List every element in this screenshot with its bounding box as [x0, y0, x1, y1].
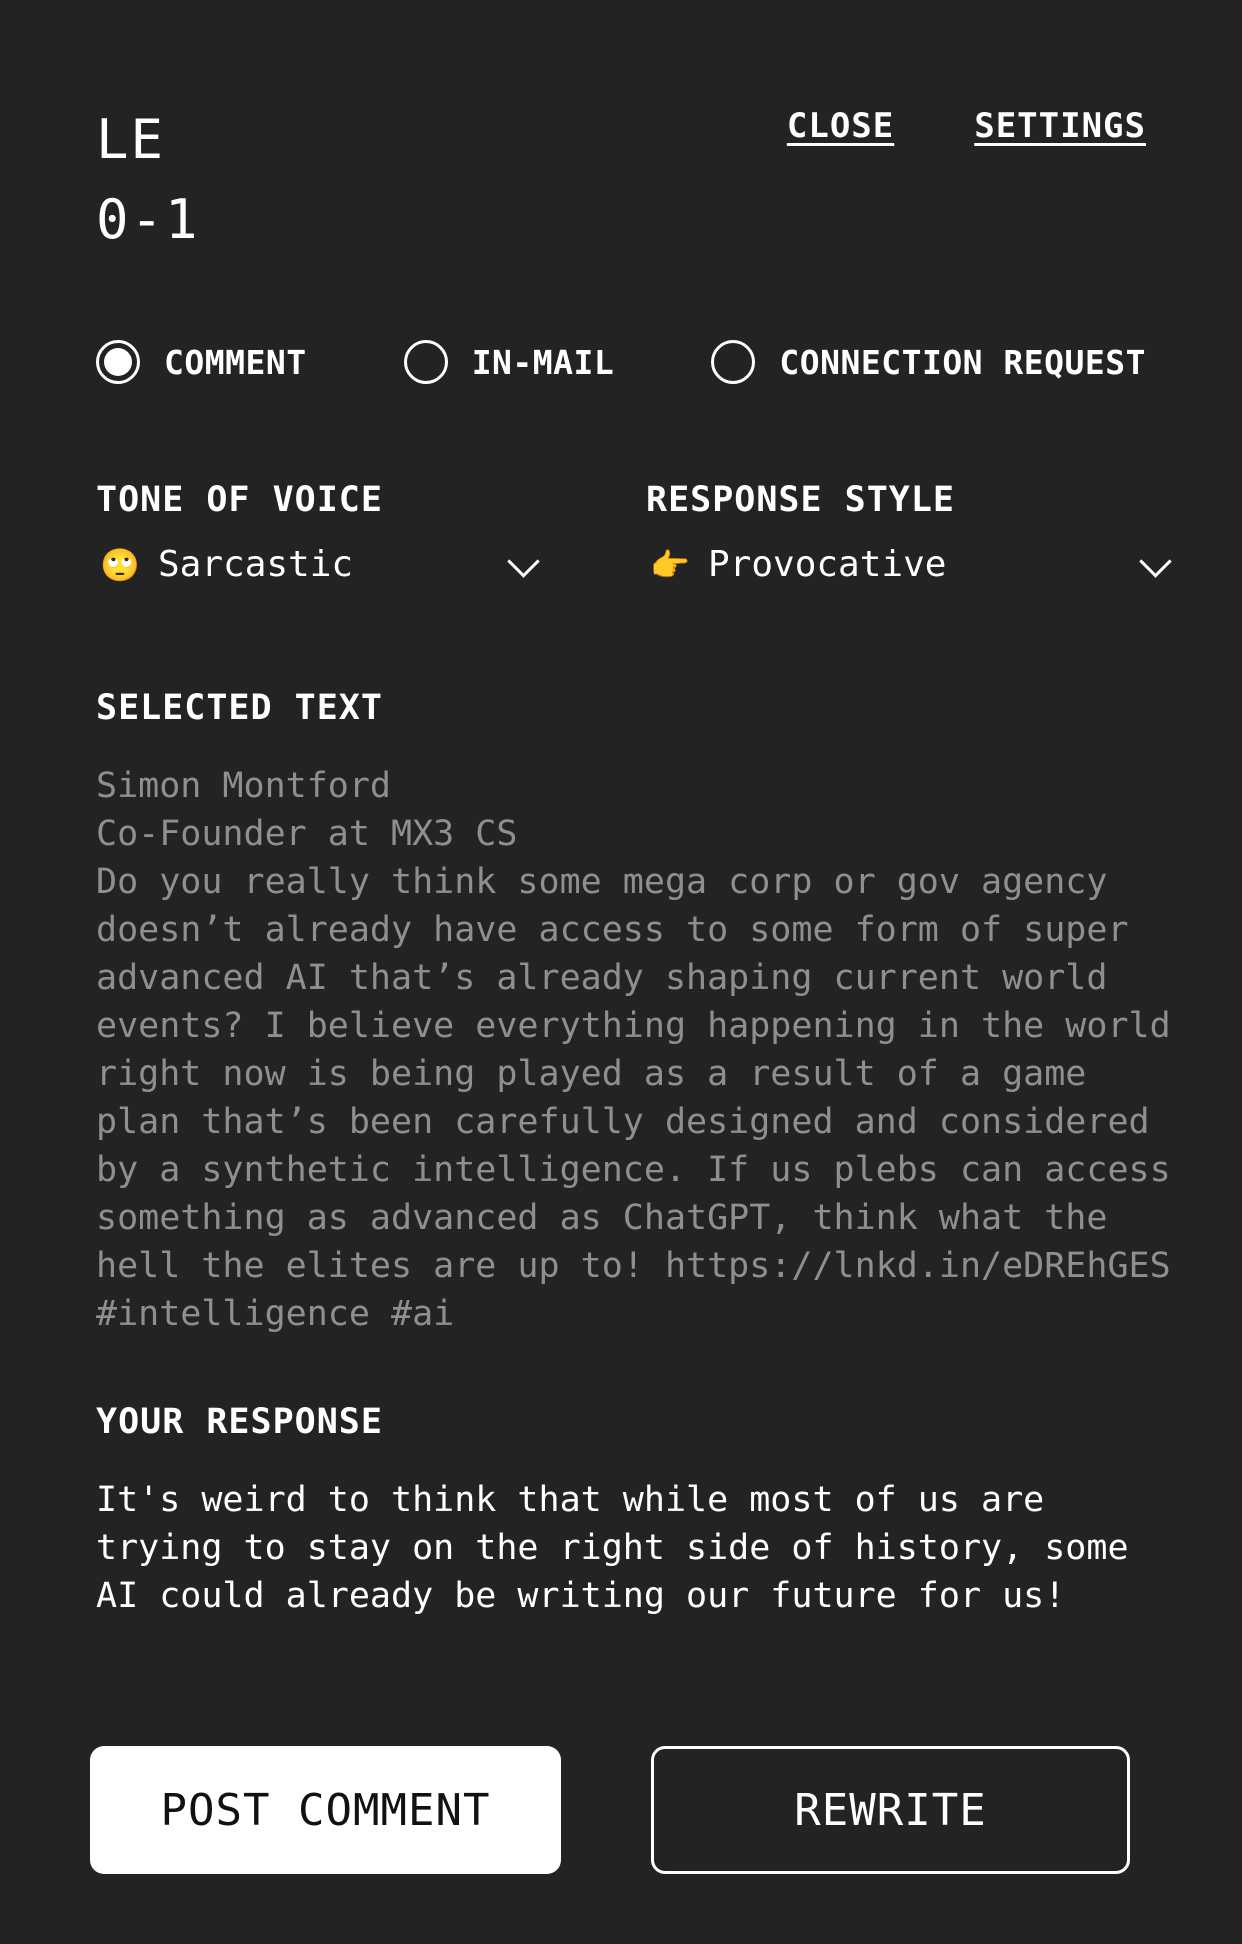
radio-connection-request[interactable]: CONNECTION REQUEST [711, 340, 1146, 384]
tone-of-voice-value: Sarcastic [158, 544, 354, 585]
radio-checked-icon [96, 340, 140, 384]
response-style-label: RESPONSE STYLE [646, 480, 956, 520]
radio-connection-request-label: CONNECTION REQUEST [779, 342, 1146, 382]
message-type-radio-group: COMMENT IN-MAIL CONNECTION REQUEST [96, 340, 1146, 384]
radio-in-mail[interactable]: IN-MAIL [403, 340, 615, 384]
selected-text-content: Simon Montford Co-Founder at MX3 CS Do y… [96, 766, 1171, 1334]
radio-unchecked-icon [403, 340, 448, 384]
pointing-hand-emoji-icon: 👉 [650, 545, 690, 584]
chevron-down-icon [507, 545, 540, 578]
radio-comment[interactable]: COMMENT [96, 340, 307, 384]
tone-of-voice-label: TONE OF VOICE [96, 480, 383, 520]
settings-link[interactable]: SETTINGS [974, 106, 1146, 146]
eye-roll-emoji-icon: 🙄 [100, 545, 140, 584]
response-style-value: Provocative [708, 544, 947, 585]
radio-comment-label: COMMENT [164, 342, 307, 382]
radio-in-mail-label: IN-MAIL [471, 342, 615, 382]
rewrite-button[interactable]: REWRITE [651, 1746, 1130, 1874]
selected-text-label: SELECTED TEXT [96, 688, 383, 728]
post-comment-button[interactable]: POST COMMENT [90, 1746, 561, 1874]
response-text[interactable]: It's weird to think that while most of u… [96, 1476, 1176, 1620]
tone-of-voice-select[interactable]: 🙄 Sarcastic [100, 544, 540, 585]
logo-line-1: LE [96, 108, 166, 171]
header-links: CLOSE SETTINGS [787, 106, 1146, 146]
your-response-label: YOUR RESPONSE [96, 1402, 383, 1442]
app-logo: LE 0-1 [96, 100, 200, 260]
chevron-down-icon [1139, 545, 1172, 578]
close-link[interactable]: CLOSE [787, 106, 894, 146]
response-style-select[interactable]: 👉 Provocative [650, 544, 1172, 585]
logo-line-2: 0-1 [96, 188, 200, 251]
radio-unchecked-icon [711, 340, 756, 384]
